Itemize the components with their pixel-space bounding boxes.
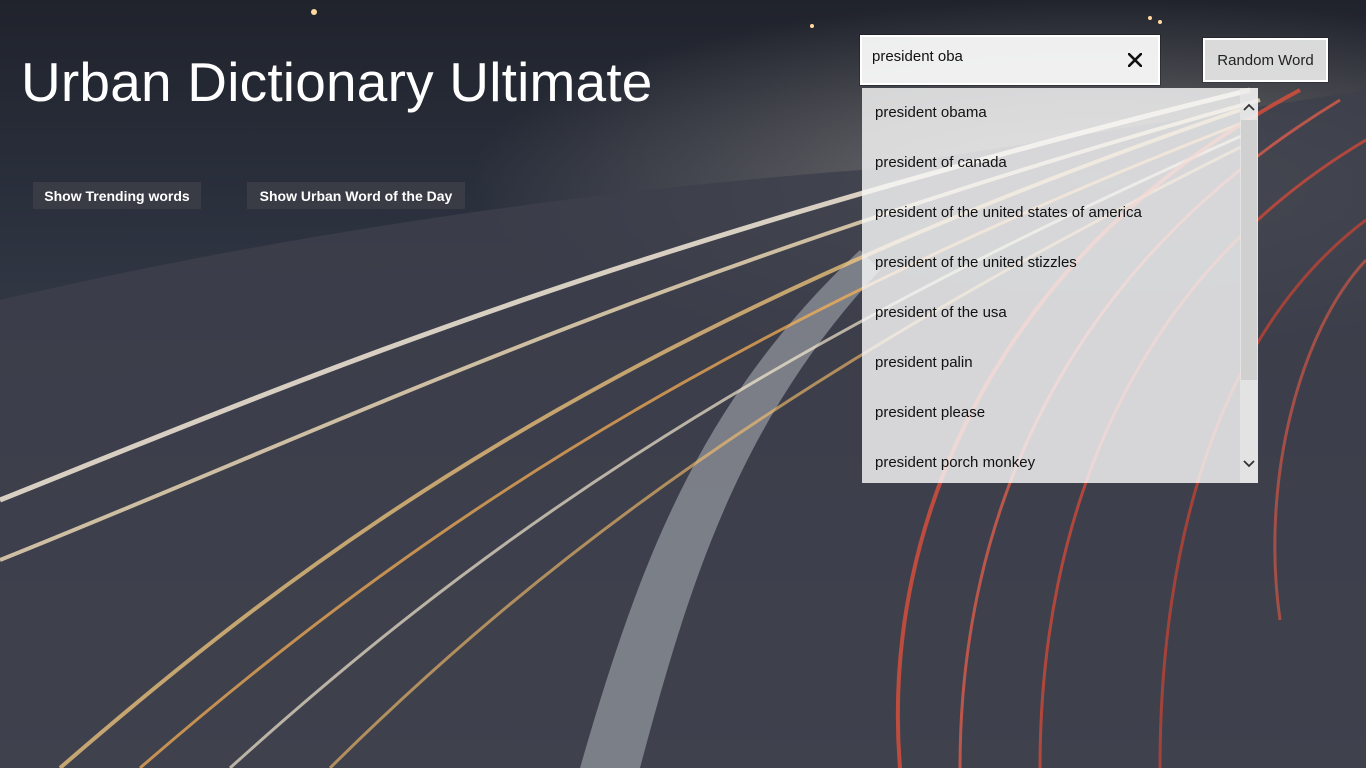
search-input[interactable] [862,41,1112,71]
suggestion-item[interactable]: president of the united states of americ… [862,188,1240,238]
suggestion-item[interactable]: president of the usa [862,288,1240,338]
scrollbar-thumb[interactable] [1241,120,1257,380]
chevron-down-icon [1243,460,1255,468]
scroll-up-button[interactable] [1240,96,1258,118]
random-word-button[interactable]: Random Word [1202,37,1329,83]
show-word-of-day-button[interactable]: Show Urban Word of the Day [247,182,465,209]
suggestions-scrollbar[interactable] [1240,88,1258,483]
suggestion-item[interactable]: president palin [862,338,1240,388]
scroll-down-button[interactable] [1240,453,1258,475]
suggestion-item[interactable]: president of canada [862,138,1240,188]
search-suggestions: president obama president of canada pres… [862,88,1258,483]
suggestion-item[interactable]: president please [862,388,1240,438]
suggestion-item[interactable]: president of the united stizzles [862,238,1240,288]
show-trending-button[interactable]: Show Trending words [33,182,201,209]
suggestion-item[interactable]: president porch monkey [862,438,1240,483]
search-box [859,34,1161,86]
clear-search-button[interactable] [1112,37,1158,83]
suggestion-list: president obama president of canada pres… [862,88,1240,483]
chevron-up-icon [1243,103,1255,111]
app-title: Urban Dictionary Ultimate [21,51,653,113]
suggestion-item[interactable]: president obama [862,88,1240,138]
close-icon [1128,53,1142,67]
